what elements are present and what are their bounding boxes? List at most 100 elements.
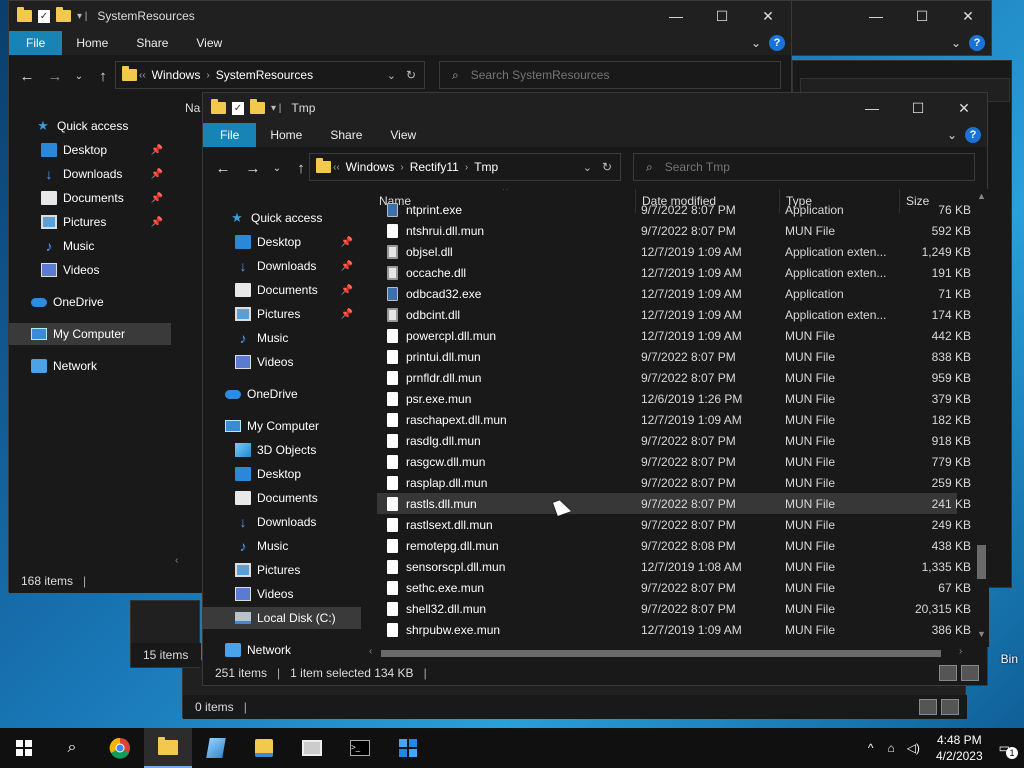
sidebar-item-desktop[interactable]: Desktop 📌 (9, 139, 171, 161)
vertical-scroll-thumb[interactable] (977, 545, 986, 579)
address-dropdown-icon[interactable]: ⌄ (583, 161, 592, 174)
table-row[interactable]: occache.dll 12/7/2019 1:09 AM Application … (377, 262, 971, 283)
table-row[interactable]: powercpl.dll.mun 12/7/2019 1:09 AM MUN Fil… (377, 325, 971, 346)
notepad-icon[interactable] (192, 728, 240, 768)
close-icon[interactable]: ✕ (945, 1, 991, 31)
sidebar-item-local-disk-c[interactable]: Local Disk (C:) (203, 607, 361, 629)
breadcrumb-tmp[interactable]: Tmp (474, 160, 498, 174)
file-explorer-taskbar-icon[interactable] (144, 728, 192, 768)
table-row[interactable]: odbcint.dll 12/7/2019 1:09 AM Application … (377, 304, 971, 325)
table-row[interactable]: raschapext.dll.mun 12/7/2019 1:09 AM MUN F… (377, 409, 971, 430)
sidebar-item-onedrive[interactable]: OneDrive (203, 383, 361, 405)
recent-locations-icon[interactable]: ⌄ (265, 163, 289, 174)
sidebar-item-pictures[interactable]: Pictures (203, 559, 361, 581)
table-row[interactable]: rastls.dll.mun 9/7/2022 8:07 PM MUN File 24… (377, 493, 971, 514)
sidebar-item-pictures[interactable]: Pictures 📌 (203, 303, 361, 325)
properties-icon[interactable]: ✓ (232, 101, 244, 115)
sidebar-item-music[interactable]: ♪ Music (9, 235, 171, 257)
minimize-icon[interactable]: — (653, 1, 699, 31)
tab-share[interactable]: Share (316, 123, 376, 147)
breadcrumb-windows[interactable]: Windows (152, 68, 201, 82)
close-icon[interactable]: ✕ (941, 93, 987, 123)
scroll-left-icon[interactable]: ‹ (175, 555, 178, 566)
scroll-up-icon[interactable]: ▲ (977, 191, 986, 201)
sidebar-item-downloads[interactable]: ↓ Downloads 📌 (9, 163, 171, 185)
start-button[interactable] (0, 728, 48, 768)
chrome-icon[interactable] (96, 728, 144, 768)
table-row[interactable]: sethc.exe.mun 9/7/2022 8:07 PM MUN File 67 … (377, 577, 971, 598)
large-icons-view-icon[interactable] (961, 665, 979, 681)
table-row[interactable]: prnfldr.dll.mun 9/7/2022 8:07 PM MUN File 9… (377, 367, 971, 388)
table-row[interactable]: objsel.dll 12/7/2019 1:09 AM Application e… (377, 241, 971, 262)
details-view-icon[interactable] (939, 665, 957, 681)
sidebar-item-3d-objects[interactable]: 3D Objects (203, 439, 361, 461)
sidebar-item-downloads[interactable]: ↓ Downloads 📌 (203, 255, 361, 277)
pin-icon[interactable]: 📌 (151, 217, 163, 228)
address-dropdown-icon[interactable]: ⌄ (387, 69, 396, 82)
expand-ribbon-icon[interactable]: ⌄ (751, 31, 761, 55)
sidebar-item-music[interactable]: ♪ Music (203, 327, 361, 349)
close-icon[interactable]: ✕ (745, 1, 791, 31)
search-box[interactable]: ⌕ (439, 61, 781, 89)
sidebar-item-videos[interactable]: Videos (203, 351, 361, 373)
table-row[interactable]: sensorscpl.dll.mun 12/7/2019 1:08 AM MUN F… (377, 556, 971, 577)
tab-view[interactable]: View (376, 123, 430, 147)
scroll-down-icon[interactable]: ▼ (977, 629, 986, 639)
search-taskbar-icon[interactable]: ⌕ (48, 728, 96, 768)
pin-icon[interactable]: 📌 (341, 309, 353, 320)
customize-toolbar-icon[interactable]: ▾ | (271, 103, 281, 114)
breadcrumb-systemresources[interactable]: SystemResources (216, 68, 313, 82)
sidebar-item-videos[interactable]: Videos (203, 583, 361, 605)
horizontal-scroll-thumb[interactable] (381, 650, 941, 657)
address-bar[interactable]: ‹‹ Windows › SystemResources ⌄ ↻ (115, 61, 425, 89)
expand-ribbon-icon[interactable]: ⌄ (947, 123, 957, 147)
sidebar-item-my-computer[interactable]: My Computer (9, 323, 171, 345)
back-arrow-icon[interactable]: ← (15, 68, 39, 85)
terminal-icon[interactable]: >_ (336, 728, 384, 768)
address-bar[interactable]: ‹‹ Windows › Rectify11 › Tmp ⌄ ↻ (309, 153, 621, 181)
recent-locations-icon[interactable]: ⌄ (67, 71, 91, 82)
scroll-right-icon[interactable]: › (959, 646, 962, 657)
minimize-icon[interactable]: — (849, 93, 895, 123)
pin-icon[interactable]: 📌 (151, 169, 163, 180)
tab-file[interactable]: File (203, 123, 257, 147)
sidebar-item-desktop[interactable]: Desktop (203, 463, 361, 485)
network-tray-icon[interactable]: ⌂ (887, 741, 894, 755)
pin-icon[interactable]: 📌 (151, 193, 163, 204)
windows-tiles-icon[interactable] (384, 728, 432, 768)
refresh-icon[interactable]: ↻ (602, 160, 612, 174)
help-icon[interactable]: ? (969, 35, 985, 51)
horizontal-scrollbar[interactable]: ‹ › (365, 645, 973, 661)
sidebar-item-pictures[interactable]: Pictures 📌 (9, 211, 171, 233)
sidebar-item-documents[interactable]: Documents 📌 (9, 187, 171, 209)
sidebar-item-documents[interactable]: Documents (203, 487, 361, 509)
customize-toolbar-icon[interactable]: ▾ | (77, 11, 87, 22)
table-row[interactable]: ntprint.exe 9/7/2022 8:07 PM Application 76… (377, 199, 971, 220)
help-icon[interactable]: ? (769, 35, 785, 51)
table-row[interactable]: rasgcw.dll.mun 9/7/2022 8:07 PM MUN File 77… (377, 451, 971, 472)
expand-ribbon-icon[interactable]: ⌄ (951, 31, 961, 55)
table-row[interactable]: shrpubw.exe.mun 12/7/2019 1:09 AM MUN File… (377, 619, 971, 640)
table-row[interactable]: shell32.dll.mun 9/7/2022 8:07 PM MUN File 2… (377, 598, 971, 619)
sidebar-item-quick-access[interactable]: ★ Quick access (203, 207, 361, 229)
table-row[interactable]: psr.exe.mun 12/6/2019 1:26 PM MUN File 379 … (377, 388, 971, 409)
forward-arrow-icon[interactable]: → (241, 160, 265, 177)
maximize-icon[interactable]: ☐ (699, 1, 745, 31)
breadcrumb-windows[interactable]: Windows (346, 160, 395, 174)
pin-icon[interactable]: 📌 (341, 237, 353, 248)
table-row[interactable]: rasdlg.dll.mun 9/7/2022 8:07 PM MUN File 91… (377, 430, 971, 451)
help-icon[interactable]: ? (965, 127, 981, 143)
pin-icon[interactable]: 📌 (341, 285, 353, 296)
tab-share[interactable]: Share (122, 31, 182, 55)
clock[interactable]: 4:48 PM 4/2/2023 (936, 732, 983, 764)
breadcrumb-rectify11[interactable]: Rectify11 (410, 160, 459, 174)
pin-icon[interactable]: 📌 (341, 261, 353, 272)
sidebar-item-documents[interactable]: Documents 📌 (203, 279, 361, 301)
folder-app-icon[interactable] (240, 728, 288, 768)
maximize-icon[interactable]: ☐ (899, 1, 945, 31)
scroll-left-icon[interactable]: ‹ (369, 646, 372, 657)
sidebar-item-my-computer[interactable]: My Computer (203, 415, 361, 437)
minimize-icon[interactable]: — (853, 1, 899, 31)
up-arrow-icon[interactable]: ↑ (91, 68, 115, 85)
table-row[interactable]: rastlsext.dll.mun 9/7/2022 8:07 PM MUN Fil… (377, 514, 971, 535)
